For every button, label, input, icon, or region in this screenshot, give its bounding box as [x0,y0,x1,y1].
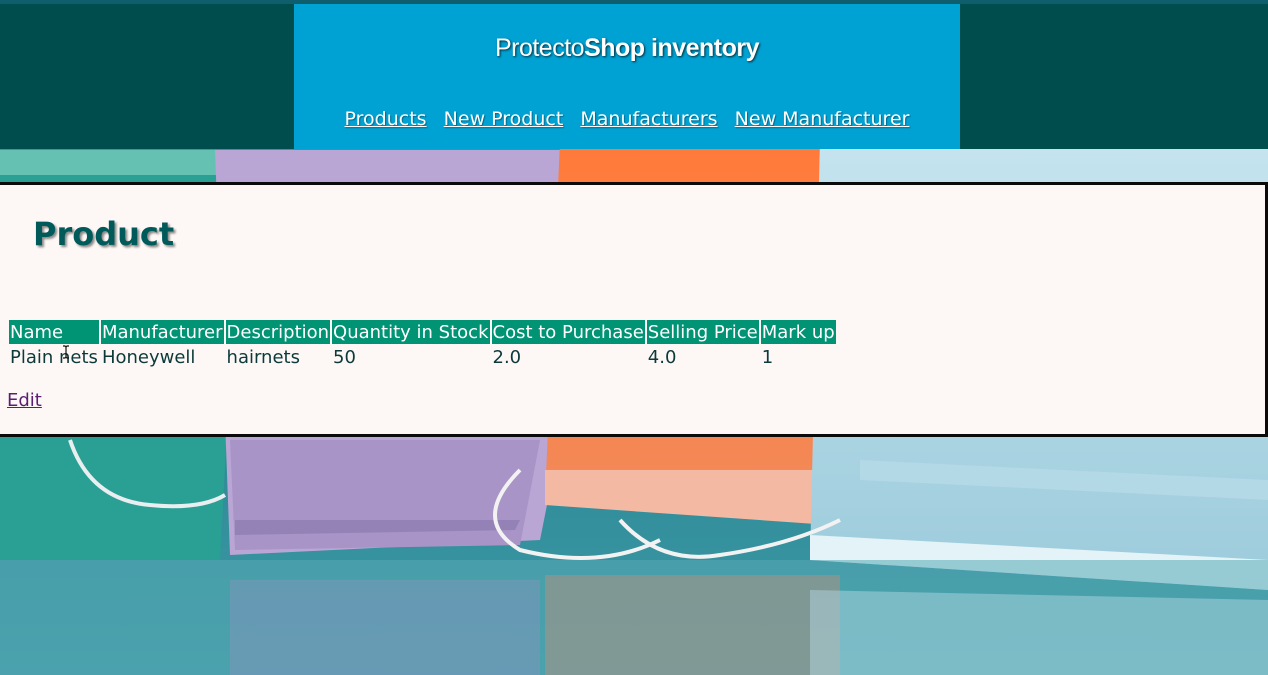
site-brand: ProtectoShop inventory [294,34,960,63]
cell-description: hairnets [226,346,300,368]
nav-link-manufacturers[interactable]: Manufacturers [580,108,717,130]
cell-name: Plain nets [10,346,98,368]
column-header-selling-price: Selling Price [646,320,759,344]
cell-markup: 1 [761,346,774,368]
column-header-markup: Mark up [760,320,836,344]
text-cursor-icon [63,345,69,359]
nav-link-new-product[interactable]: New Product [444,108,564,130]
edit-link[interactable]: Edit [7,390,42,411]
column-header-manufacturer: Manufacturer [100,320,224,344]
content-card: Product Name Manufacturer Description Qu… [0,182,1268,437]
brand-thin-text: Protecto [494,34,585,62]
brand-bold-text: Shop inventory [584,34,760,62]
column-header-name: Name [9,320,99,344]
product-table: Name Manufacturer Description Quantity i… [7,320,838,369]
nav-link-products[interactable]: Products [345,108,427,130]
cell-manufacturer: Honeywell [101,346,196,368]
table-header-row: Name Manufacturer Description Quantity i… [9,320,836,344]
table-row: Plain nets Honeywell hairnets 50 2.0 4.0… [9,344,836,369]
main-nav: Products New Product Manufacturers New M… [294,108,960,130]
cell-selling-price: 4.0 [647,346,677,368]
nav-link-new-manufacturer[interactable]: New Manufacturer [735,108,910,130]
cell-quantity: 50 [333,346,356,368]
cell-cost: 2.0 [492,346,522,368]
column-header-quantity: Quantity in Stock [332,320,490,344]
column-header-cost: Cost to Purchase [491,320,645,344]
page-title: Product [33,215,175,253]
column-header-description: Description [225,320,331,344]
site-header: ProtectoShop inventory Products New Prod… [294,4,960,149]
